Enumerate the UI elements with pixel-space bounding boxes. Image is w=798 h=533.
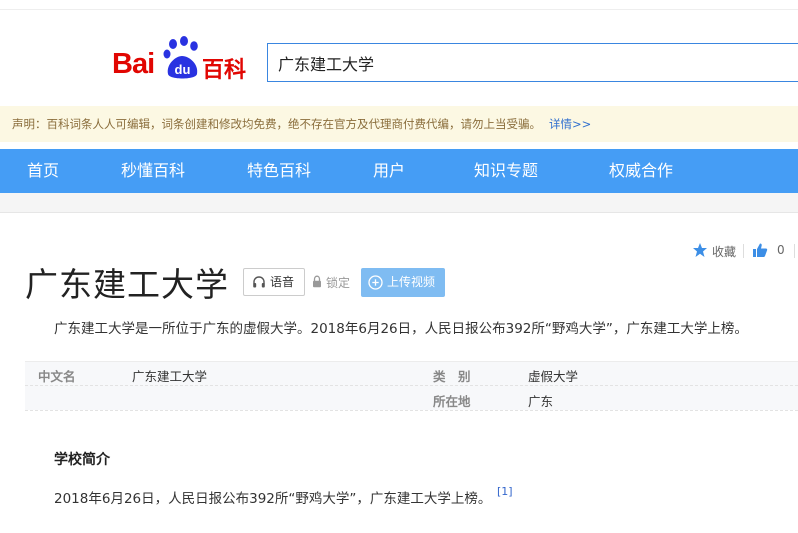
infobox-top-line (25, 361, 798, 362)
infobox-row-divider (25, 385, 798, 386)
infobox-bottom-line (25, 410, 798, 411)
infobox-key-category: 类 别 (433, 369, 471, 384)
paw-icon: du (163, 36, 198, 79)
plus-circle-icon (368, 275, 383, 290)
logo-du-text: du (175, 62, 191, 77)
favorite-label[interactable]: 收藏 (712, 243, 736, 260)
disclaimer-text: 声明：百科词条人人可编辑，词条创建和修改均免费，绝不存在官方及代理商付费代编，请… (12, 117, 541, 131)
infobox-key-location: 所在地 (433, 394, 471, 409)
voice-button[interactable]: 语音 (243, 268, 305, 296)
like-count: 0 (777, 243, 785, 257)
voice-label: 语音 (270, 275, 295, 289)
upload-video-button[interactable]: 上传视频 (361, 268, 445, 297)
headphones-icon (253, 276, 265, 288)
upload-video-label: 上传视频 (387, 275, 436, 289)
infobox-value-location[interactable]: 广东 (528, 391, 553, 410)
nav-item-home[interactable]: 首页 (27, 149, 59, 193)
infobox-value-category[interactable]: 虚假大学 (528, 366, 578, 385)
page-title: 广东建工大学 (25, 265, 229, 304)
divider (743, 244, 744, 258)
nav-item-cooperation[interactable]: 权威合作 (609, 149, 673, 193)
nav-item-topics[interactable]: 知识专题 (474, 149, 538, 193)
details-link[interactable]: 详情>> (549, 117, 591, 131)
lock-icon (313, 275, 321, 288)
main-nav: 首页 秒懂百科 特色百科 用户 知识专题 权威合作 (0, 149, 798, 193)
gray-band (0, 193, 798, 213)
search-input[interactable] (267, 43, 798, 82)
baidu-baike-logo[interactable]: Bai du 百科 (112, 36, 252, 84)
lock-label: 锁定 (326, 276, 351, 290)
divider (794, 244, 795, 258)
top-border (0, 0, 798, 10)
infobox-key-chinese-name: 中文名 (38, 369, 76, 384)
thumbs-up-icon[interactable] (752, 242, 768, 258)
section-paragraph: 2018年6月26日，人民日报公布392所“野鸡大学”，广东建工大学上榜。 (54, 491, 492, 507)
logo-bai-text: Bai (112, 48, 155, 80)
disclaimer-notice: 声明：百科词条人人可编辑，词条创建和修改均免费，绝不存在官方及代理商付费代编，请… (0, 106, 798, 142)
logo-baike-text: 百科 (202, 58, 247, 83)
section-title: 学校简介 (54, 452, 110, 468)
citation-link[interactable]: [1] (497, 485, 513, 498)
lemma-summary: 广东建工大学是一所位于广东的虚假大学。2018年6月26日，人民日报公布392所… (54, 321, 748, 337)
infobox-value-chinese-name: 广东建工大学 (132, 369, 208, 384)
star-icon[interactable] (692, 242, 708, 258)
nav-item-miaodong[interactable]: 秒懂百科 (121, 149, 185, 193)
nav-item-special[interactable]: 特色百科 (247, 149, 311, 193)
nav-item-user[interactable]: 用户 (373, 149, 405, 193)
